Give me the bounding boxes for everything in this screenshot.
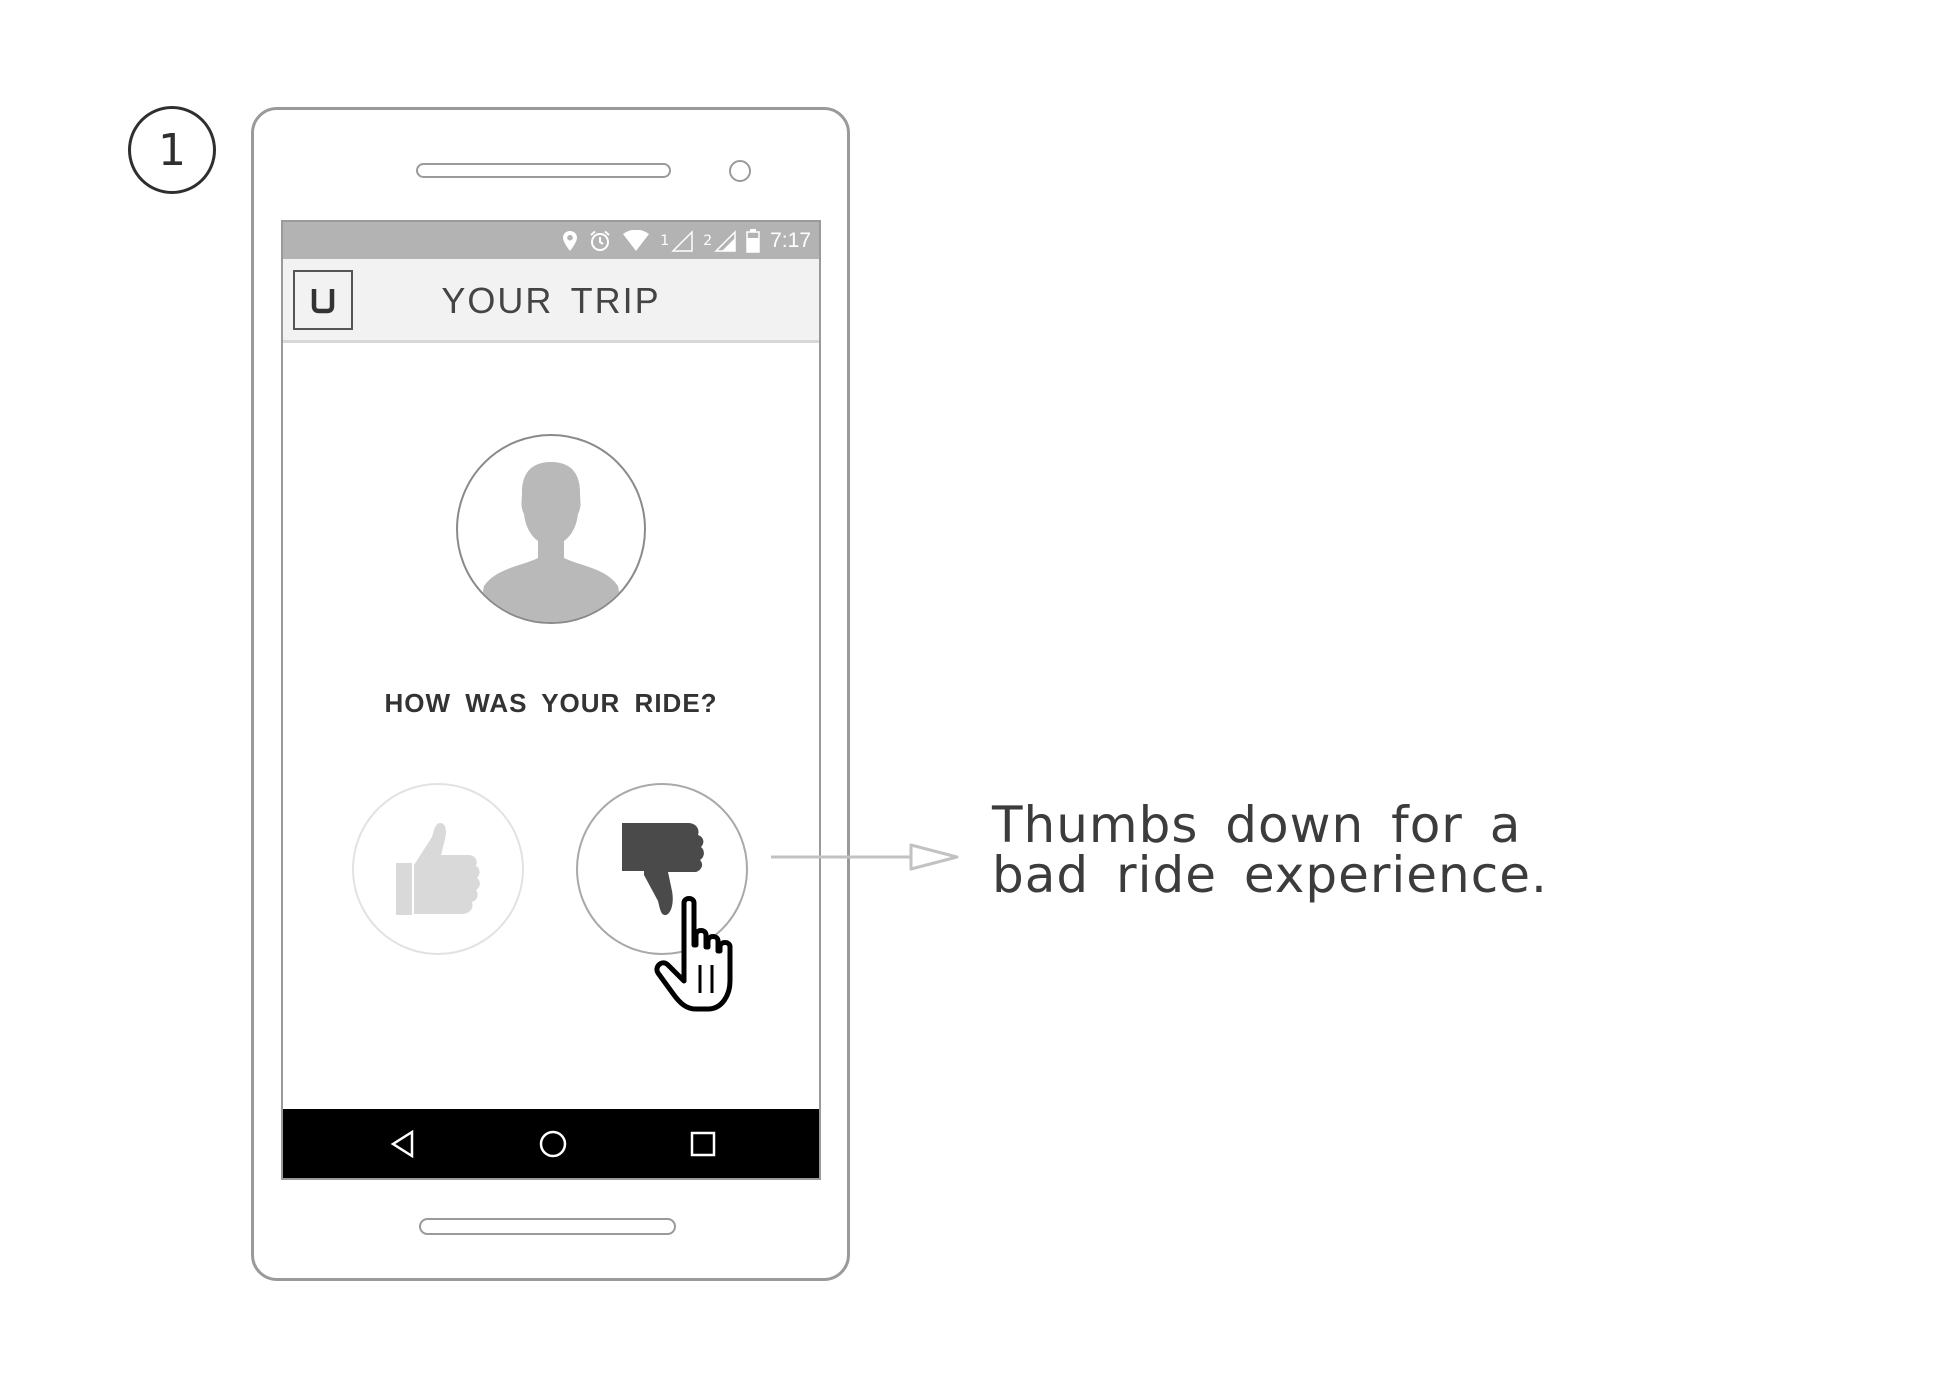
wifi-icon <box>622 229 650 252</box>
signal-sim1-icon: 1 <box>660 229 693 252</box>
person-silhouette-icon <box>482 462 620 622</box>
system-nav-bar <box>283 1109 819 1178</box>
status-icons: 1 2 7:17 <box>562 222 811 259</box>
earpiece-speaker <box>416 163 671 178</box>
phone-frame: 1 2 7:17 YOUR TRIP HOW WAS YOUR RIDE? <box>251 107 850 1281</box>
page-title: YOUR TRIP <box>441 280 661 321</box>
rating-question: HOW WAS YOUR RIDE? <box>384 688 718 718</box>
back-icon[interactable] <box>373 1109 433 1178</box>
app-bar: YOUR TRIP <box>283 259 819 343</box>
thumbs-up-button[interactable] <box>352 783 524 955</box>
thumbs-up-icon <box>396 823 480 915</box>
phone-screen: 1 2 7:17 YOUR TRIP HOW WAS YOUR RIDE? <box>281 220 821 1180</box>
bottom-speaker <box>419 1218 676 1235</box>
location-icon <box>562 230 578 252</box>
sim2-label: 2 <box>703 232 713 249</box>
annotation-text: Thumbs down for a bad ride experience. <box>992 800 1552 900</box>
status-time: 7:17 <box>770 228 811 252</box>
annotation-arrow <box>771 843 959 871</box>
driver-avatar <box>456 434 646 624</box>
battery-icon <box>746 228 760 253</box>
status-bar: 1 2 7:17 <box>283 222 819 259</box>
signal-sim2-icon: 2 <box>703 229 736 252</box>
alarm-icon <box>588 229 612 253</box>
annotation-line-1: Thumbs down for a <box>992 796 1522 854</box>
sim1-label: 1 <box>660 232 670 249</box>
home-icon[interactable] <box>523 1109 583 1178</box>
recents-icon[interactable] <box>673 1109 733 1178</box>
front-camera <box>729 160 751 182</box>
step-number-badge: 1 <box>128 106 216 194</box>
annotation-line-2: bad ride experience. <box>992 846 1548 904</box>
hand-cursor-icon <box>654 896 733 1012</box>
